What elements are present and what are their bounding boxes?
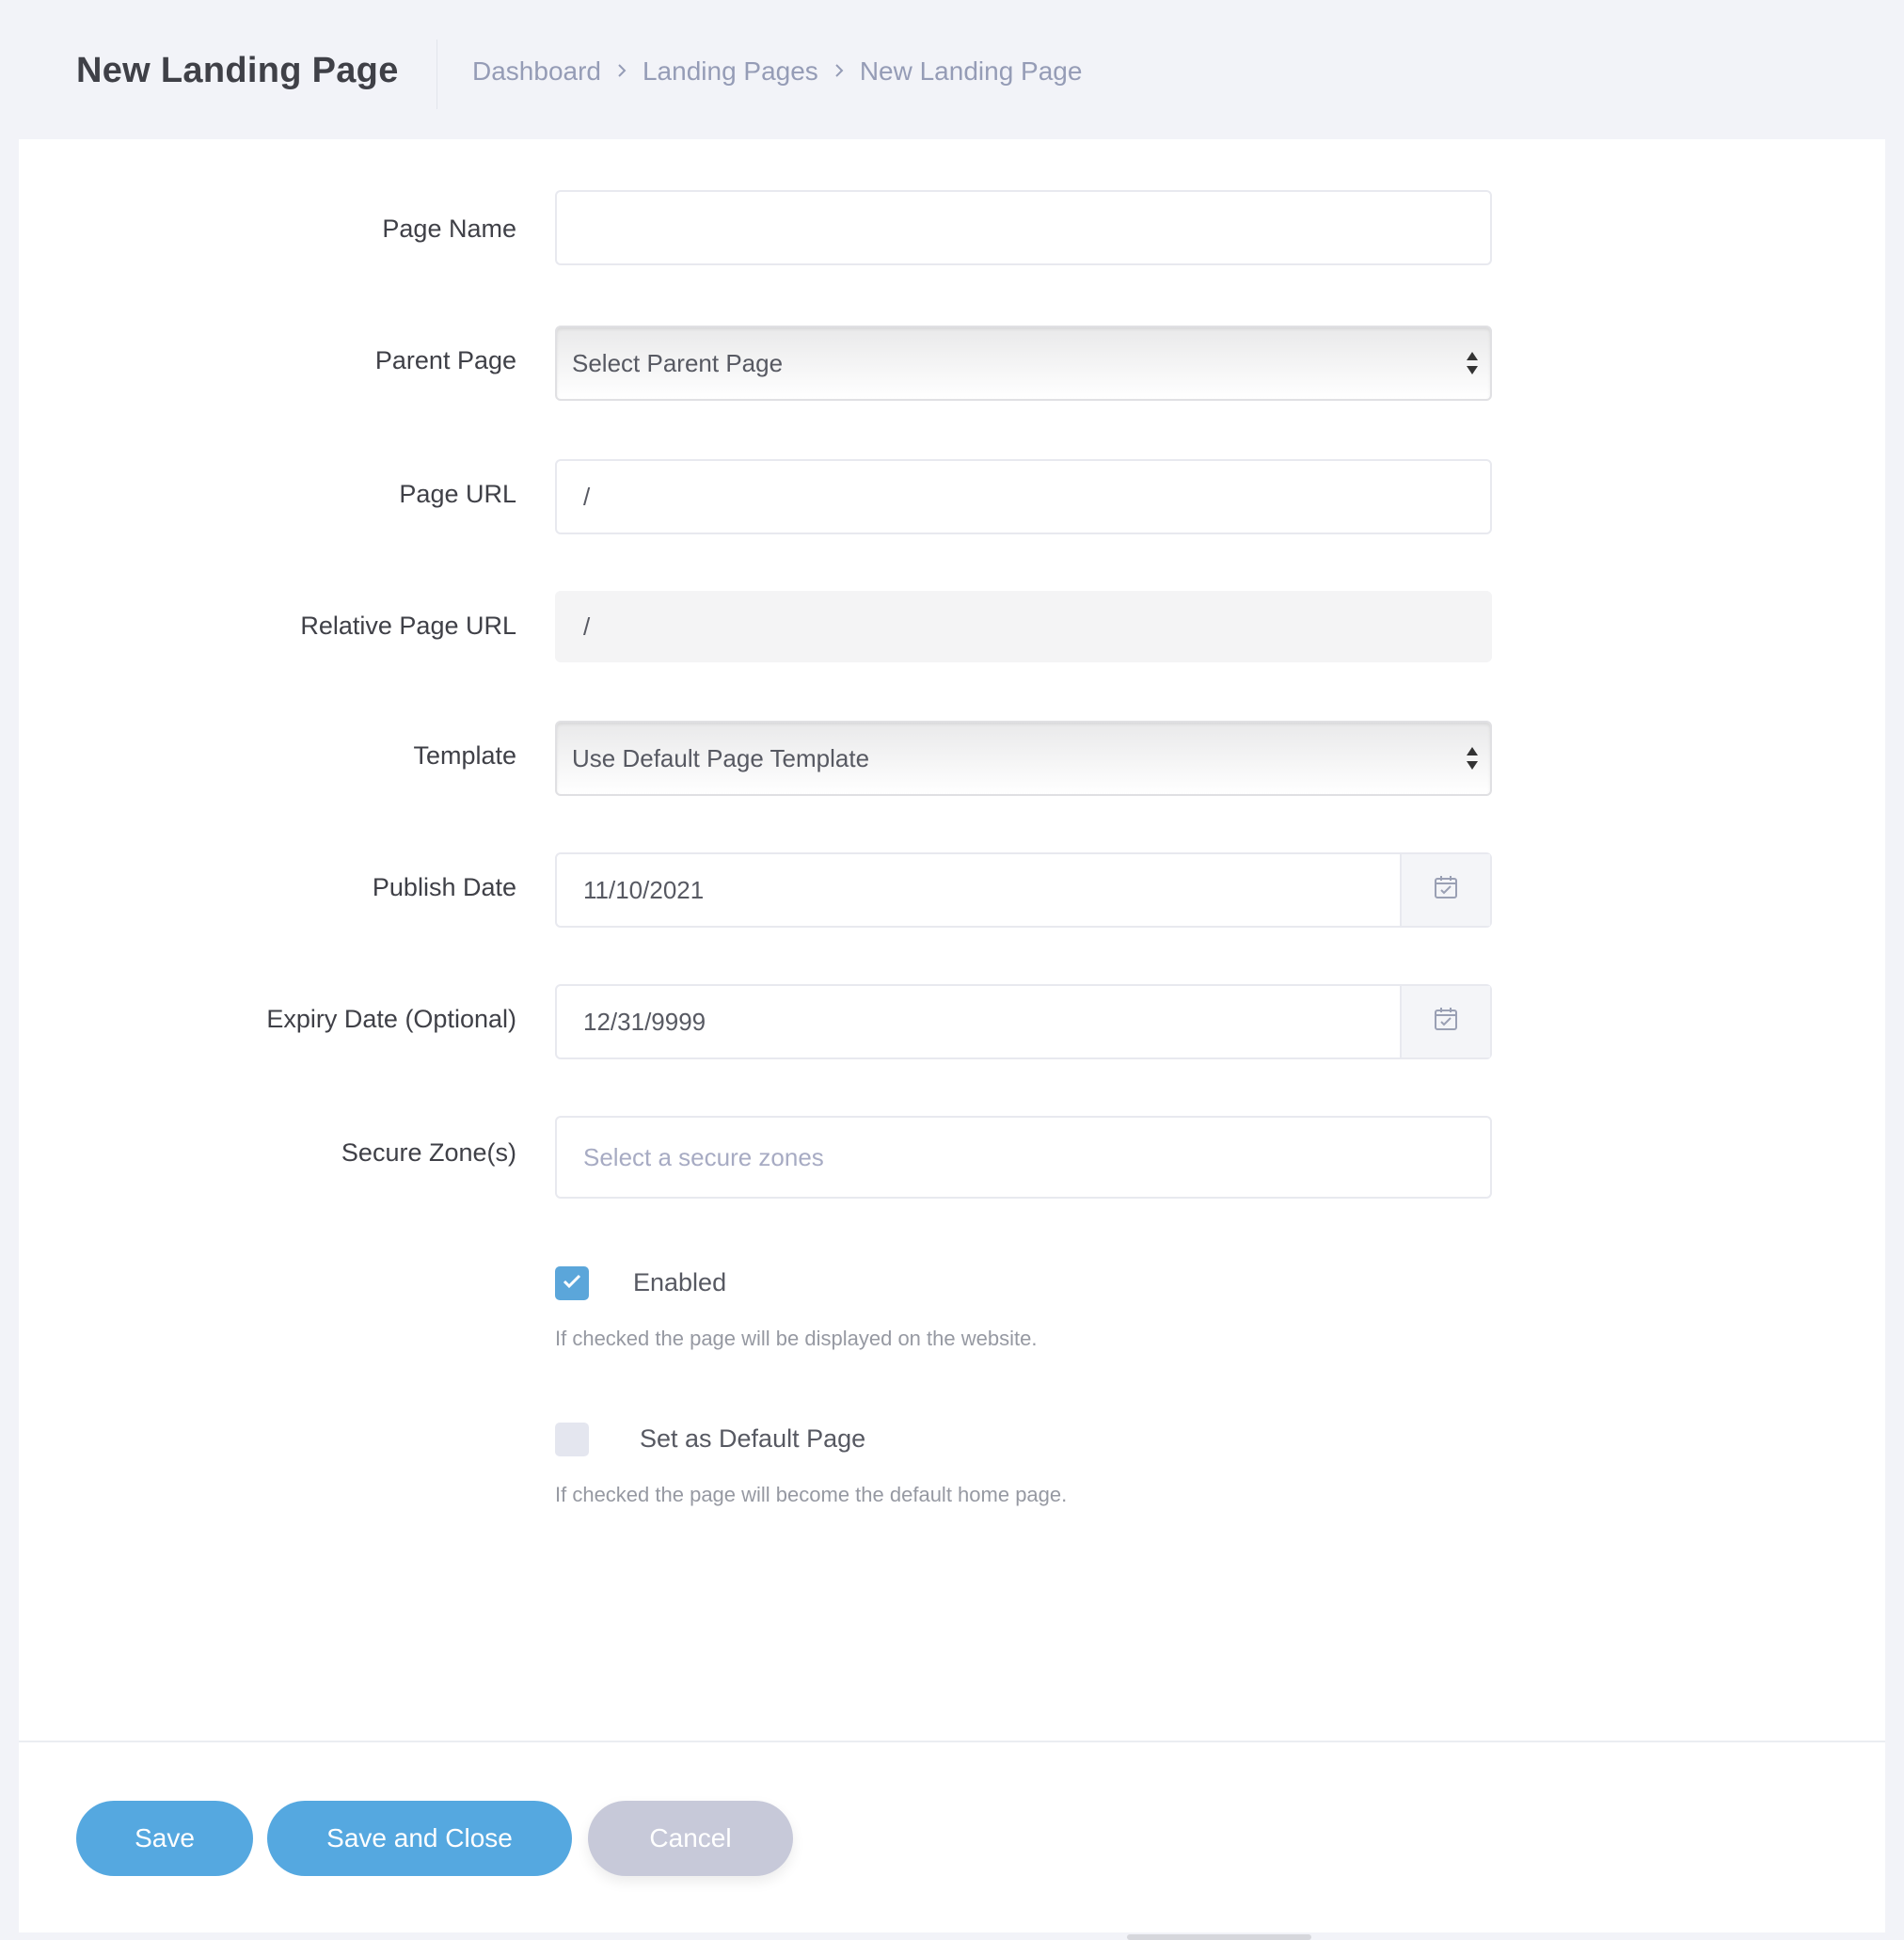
page-url-label: Page URL <box>399 480 516 508</box>
secure-zones-label: Secure Zone(s) <box>341 1138 516 1167</box>
expiry-date-value: 12/31/9999 <box>583 1007 706 1036</box>
page-url-input[interactable]: / <box>555 459 1492 534</box>
horizontal-scrollbar[interactable] <box>1127 1934 1311 1940</box>
template-value: Use Default Page Template <box>572 743 870 772</box>
expiry-date-label: Expiry Date (Optional) <box>266 1005 516 1033</box>
parent-page-value: Select Parent Page <box>572 348 784 377</box>
chevron-right-icon <box>833 58 845 85</box>
template-label: Template <box>413 741 516 770</box>
parent-page-select[interactable]: Select Parent Page <box>555 326 1492 401</box>
breadcrumb: Dashboard Landing Pages New Landing Page <box>472 56 1082 87</box>
page-name-input[interactable] <box>555 190 1492 265</box>
publish-date-input[interactable]: 11/10/2021 <box>555 852 1492 928</box>
secure-zones-placeholder: Select a secure zones <box>583 1142 824 1171</box>
calendar-check-icon <box>1434 1007 1458 1038</box>
relative-page-url-label: Relative Page URL <box>300 612 516 640</box>
select-arrows-icon <box>1466 745 1479 771</box>
check-icon <box>562 1273 582 1295</box>
secure-zones-input[interactable]: Select a secure zones <box>555 1116 1492 1199</box>
chevron-right-icon <box>616 58 627 85</box>
expiry-date-picker-button[interactable] <box>1400 986 1490 1057</box>
footer-divider <box>19 1741 1885 1742</box>
page-name-label: Page Name <box>382 215 516 243</box>
template-select[interactable]: Use Default Page Template <box>555 721 1492 796</box>
form-panel: Page Name Parent Page Select Parent Page… <box>19 139 1885 1932</box>
page-url-value: / <box>583 482 591 511</box>
publish-date-picker-button[interactable] <box>1400 854 1490 926</box>
enabled-label[interactable]: Enabled <box>633 1268 726 1297</box>
title-divider <box>436 40 437 109</box>
breadcrumb-landing-pages[interactable]: Landing Pages <box>643 56 818 87</box>
save-and-close-button[interactable]: Save and Close <box>267 1801 572 1876</box>
publish-date-label: Publish Date <box>372 873 516 901</box>
cancel-button[interactable]: Cancel <box>588 1801 793 1876</box>
relative-page-url-field: / <box>555 591 1492 662</box>
page-title: New Landing Page <box>76 51 399 90</box>
relative-page-url-value: / <box>583 612 591 641</box>
breadcrumb-dashboard[interactable]: Dashboard <box>472 56 601 87</box>
subheader: New Landing Page Dashboard Landing Pages… <box>0 0 1904 139</box>
default-page-help-text: If checked the page will become the defa… <box>555 1483 1068 1506</box>
enabled-help-text: If checked the page will be displayed on… <box>555 1327 1038 1350</box>
default-page-checkbox[interactable] <box>555 1423 589 1456</box>
save-button[interactable]: Save <box>76 1801 253 1876</box>
breadcrumb-current: New Landing Page <box>859 56 1083 86</box>
parent-page-label: Parent Page <box>374 346 516 374</box>
expiry-date-input[interactable]: 12/31/9999 <box>555 984 1492 1059</box>
select-arrows-icon <box>1466 350 1479 376</box>
enabled-checkbox[interactable] <box>555 1266 589 1300</box>
publish-date-value: 11/10/2021 <box>583 875 705 904</box>
default-page-label[interactable]: Set as Default Page <box>640 1424 865 1454</box>
calendar-check-icon <box>1434 875 1458 906</box>
